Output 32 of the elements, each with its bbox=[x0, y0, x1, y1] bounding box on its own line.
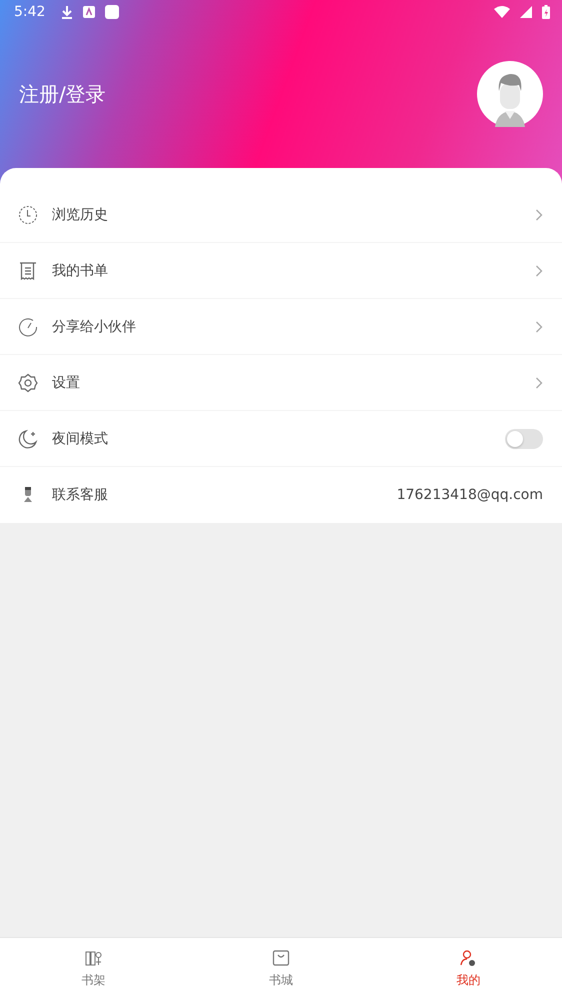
nav-tab[interactable]: 我的 bbox=[374, 938, 562, 999]
list-icon bbox=[18, 260, 38, 280]
night-mode-toggle[interactable] bbox=[505, 428, 543, 448]
wifi-icon bbox=[494, 6, 510, 18]
contact-email: 176213418@qq.com bbox=[396, 487, 543, 503]
avatar-icon[interactable] bbox=[477, 61, 543, 127]
user-icon bbox=[459, 948, 478, 966]
app-icon bbox=[105, 5, 120, 19]
moon-icon bbox=[18, 428, 38, 448]
battery-icon bbox=[542, 5, 550, 19]
chevron-icon bbox=[535, 208, 543, 220]
status-time: 5:42 bbox=[14, 4, 46, 20]
menu-label: 联系客服 bbox=[52, 486, 109, 504]
menu-label[interactable]: 我的书单 bbox=[52, 262, 521, 280]
nav-tab[interactable]: 书架 bbox=[0, 938, 188, 999]
chevron-icon bbox=[535, 320, 543, 332]
settings-icon bbox=[18, 372, 38, 392]
bag-icon bbox=[272, 948, 290, 966]
nav-tab[interactable]: 书城 bbox=[187, 938, 375, 999]
chevron-icon bbox=[535, 264, 543, 276]
dial-icon bbox=[18, 316, 38, 336]
books-icon bbox=[84, 948, 103, 966]
app-icon bbox=[83, 6, 96, 18]
signal-icon bbox=[520, 6, 532, 18]
menu-label[interactable]: 分享给小伙伴 bbox=[52, 318, 521, 336]
login-link[interactable]: 注册/登录 bbox=[19, 80, 106, 108]
clock-icon bbox=[18, 204, 38, 224]
chevron-icon bbox=[535, 376, 543, 388]
download-icon bbox=[61, 5, 74, 19]
menu-label: 夜间模式 bbox=[52, 430, 109, 448]
menu-label[interactable]: 浏览历史 bbox=[52, 206, 521, 224]
menu-label[interactable]: 设置 bbox=[52, 374, 521, 392]
